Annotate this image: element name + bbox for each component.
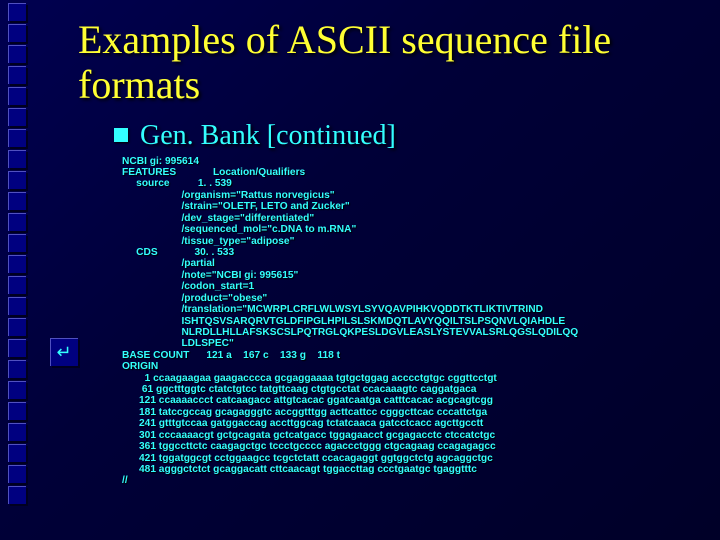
bullet-icon: [114, 128, 128, 142]
left-decorative-squares: [8, 0, 36, 540]
subtitle-row: Gen. Bank [continued]: [114, 120, 690, 152]
subtitle-text: Gen. Bank [continued]: [140, 120, 396, 151]
sequence-body: NCBI gi: 995614 FEATURES Location/Qualif…: [122, 156, 682, 487]
slide-title: Examples of ASCII sequence file formats: [78, 18, 678, 108]
slide: Examples of ASCII sequence file formats …: [0, 0, 720, 540]
enter-key-icon: ↵: [50, 338, 78, 366]
